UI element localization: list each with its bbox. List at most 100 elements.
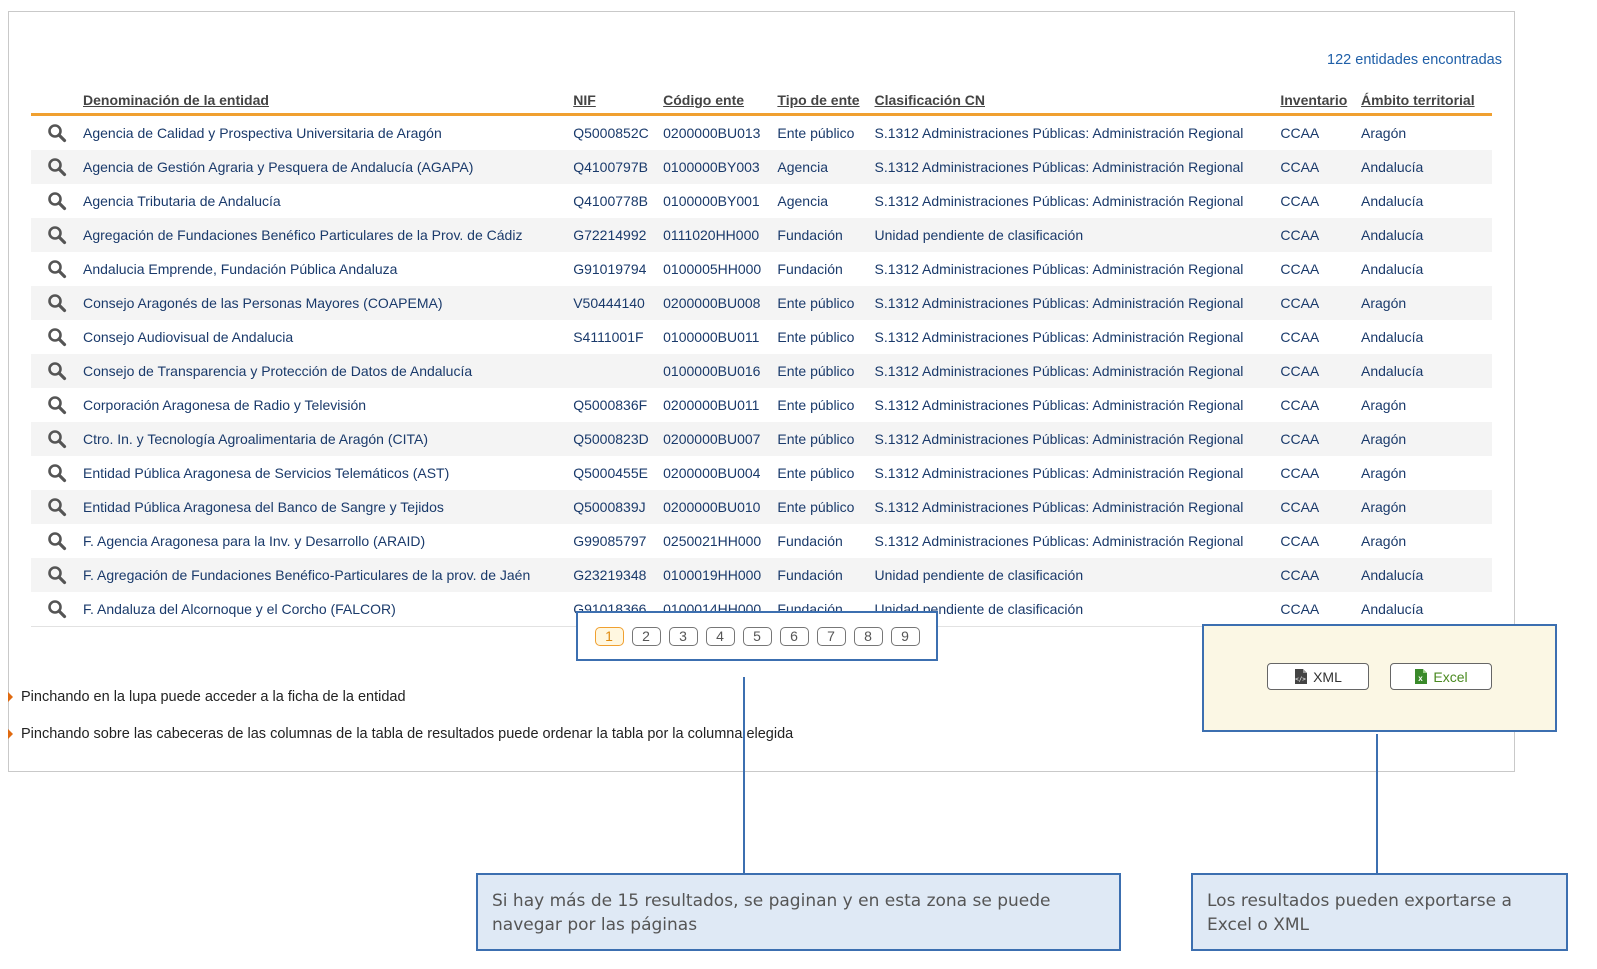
page-button-2[interactable]: 2 — [631, 626, 661, 646]
table-row: Agencia de Calidad y Prospectiva Univers… — [31, 115, 1492, 151]
callout-pagination-text: Si hay más de 15 resultados, se paginan … — [492, 891, 1051, 935]
cell-codigo-ente: 0200000BU007 — [663, 422, 778, 456]
page-button-1[interactable]: 1 — [594, 626, 624, 646]
excel-file-icon: x — [1415, 669, 1428, 684]
magnifier-icon[interactable] — [47, 327, 67, 347]
cell-denominacion[interactable]: Ctro. In. y Tecnología Agroalimentaria d… — [83, 422, 574, 456]
cell-ambito-territorial: Andalucía — [1361, 193, 1424, 209]
lupa-cell — [31, 286, 83, 320]
magnifier-icon[interactable] — [47, 429, 67, 449]
magnifier-icon[interactable] — [47, 361, 67, 381]
cell-denominacion[interactable]: Consejo de Transparencia y Protección de… — [83, 354, 574, 388]
page-button-9[interactable]: 9 — [890, 626, 920, 646]
cell-denominacion[interactable]: Agencia de Gestión Agraria y Pesquera de… — [83, 150, 574, 184]
hint-ordenar: Pinchando sobre las cabeceras de las col… — [8, 726, 793, 742]
lupa-cell — [31, 592, 83, 627]
cell-denominacion[interactable]: Agregación de Fundaciones Benéfico Parti… — [83, 218, 574, 252]
cell-nif: Q5000823D — [573, 422, 664, 456]
cell-tipo-ente: Ente público — [777, 397, 855, 413]
lupa-cell — [31, 524, 83, 558]
header-denominacion[interactable]: Denominación de la entidad — [83, 82, 574, 116]
header-inventario[interactable]: Inventario — [1280, 82, 1362, 116]
magnifier-icon[interactable] — [47, 191, 67, 211]
page-button-3[interactable]: 3 — [668, 626, 698, 646]
magnifier-icon[interactable] — [47, 395, 67, 415]
cell-inventario: CCAA — [1280, 465, 1320, 481]
cell-tipo-ente: Ente público — [777, 329, 855, 345]
lupa-cell — [31, 320, 83, 354]
table-row: Entidad Pública Aragonesa de Servicios T… — [31, 456, 1492, 490]
header-clasificacion-cn[interactable]: Clasificación CN — [874, 82, 1281, 116]
cell-denominacion[interactable]: Entidad Pública Aragonesa de Servicios T… — [83, 456, 573, 490]
magnifier-icon[interactable] — [47, 565, 67, 585]
cell-denominacion[interactable]: F. Agencia Aragonesa para la Inv. y Desa… — [83, 524, 573, 558]
table-row: Ctro. In. y Tecnología Agroalimentaria d… — [31, 422, 1492, 456]
magnifier-icon[interactable] — [47, 157, 67, 177]
cell-nif: Q4100797B — [573, 150, 664, 184]
header-nif[interactable]: NIF — [573, 82, 664, 116]
cell-nif: G99085797 — [573, 533, 647, 549]
magnifier-icon[interactable] — [47, 123, 67, 143]
magnifier-icon[interactable] — [47, 599, 67, 619]
callout-line-export — [1376, 734, 1378, 873]
cell-denominacion[interactable]: Consejo Aragonés de las Personas Mayores… — [83, 286, 574, 320]
header-codigo-ente[interactable]: Código ente — [663, 82, 778, 116]
page-button-8[interactable]: 8 — [853, 626, 883, 646]
cell-clasificacion-cn: S.1312 Administraciones Públicas: Admini… — [874, 354, 1281, 388]
page-button-4[interactable]: 4 — [705, 626, 735, 646]
cell-tipo-ente: Ente público — [777, 286, 875, 320]
cell-denominacion[interactable]: F. Andaluza del Alcornoque y el Corcho (… — [83, 592, 574, 627]
cell-clasificacion-cn: Unidad pendiente de clasificación — [874, 558, 1281, 592]
cell-denominacion[interactable]: Consejo Audiovisual de Andalucia — [83, 320, 573, 354]
magnifier-icon[interactable] — [47, 497, 67, 517]
cell-ambito-territorial: Andalucía — [1361, 558, 1492, 592]
cell-denominacion[interactable]: Agencia de Calidad y Prospectiva Univers… — [83, 115, 573, 151]
page-button-6[interactable]: 6 — [779, 626, 809, 646]
cell-inventario: CCAA — [1280, 354, 1362, 388]
cell-clasificacion-cn: S.1312 Administraciones Públicas: Admini… — [874, 465, 1244, 481]
cell-denominacion[interactable]: Entidad Pública Aragonesa del Banco de S… — [83, 490, 574, 524]
cell-denominacion[interactable]: F. Agregación de Fundaciones Benéfico-Pa… — [83, 558, 574, 592]
hint-lupa: Pinchando en la lupa puede acceder a la … — [8, 689, 406, 705]
cell-inventario: CCAA — [1280, 193, 1320, 209]
cell-nif: G91019794 — [573, 261, 647, 277]
cell-tipo-ente: Ente público — [777, 422, 875, 456]
cell-clasificacion-cn: S.1312 Administraciones Públicas: Admini… — [874, 329, 1244, 345]
callout-pagination: Si hay más de 15 resultados, se paginan … — [476, 873, 1121, 951]
cell-tipo-ente: Agencia — [777, 193, 828, 209]
cell-nif: Q5000455E — [573, 465, 648, 481]
cell-codigo-ente: 0100000BY003 — [663, 150, 778, 184]
magnifier-icon[interactable] — [47, 531, 67, 551]
magnifier-icon[interactable] — [47, 293, 67, 313]
header-ambito-territorial[interactable]: Ámbito territorial — [1361, 82, 1492, 116]
cell-ambito-territorial: Aragón — [1361, 465, 1407, 481]
cell-codigo-ente: 0100019HH000 — [663, 558, 778, 592]
export-excel-button[interactable]: x Excel — [1390, 663, 1492, 690]
results-count: 122 entidades encontradas — [1327, 52, 1502, 68]
page-button-7[interactable]: 7 — [816, 626, 846, 646]
cell-tipo-ente: Ente público — [777, 125, 855, 141]
table-row: Corporación Aragonesa de Radio y Televis… — [31, 388, 1492, 422]
cell-ambito-territorial: Andalucía — [1361, 329, 1424, 345]
cell-inventario: CCAA — [1280, 490, 1362, 524]
cell-codigo-ente: 0100000BU011 — [663, 329, 760, 345]
cell-codigo-ente: 0200000BU004 — [663, 465, 761, 481]
magnifier-icon[interactable] — [47, 463, 67, 483]
cell-inventario: CCAA — [1280, 218, 1362, 252]
cell-denominacion[interactable]: Andalucia Emprende, Fundación Pública An… — [83, 252, 573, 286]
cell-tipo-ente: Fundación — [777, 218, 875, 252]
cell-denominacion[interactable]: Corporación Aragonesa de Radio y Televis… — [83, 388, 573, 422]
cell-clasificacion-cn: Unidad pendiente de clasificación — [874, 218, 1281, 252]
cell-ambito-territorial: Aragón — [1361, 397, 1407, 413]
magnifier-icon[interactable] — [47, 259, 67, 279]
magnifier-icon[interactable] — [47, 225, 67, 245]
header-tipo-ente[interactable]: Tipo de ente — [777, 82, 875, 116]
cell-tipo-ente: Ente público — [777, 465, 855, 481]
lupa-cell — [31, 490, 83, 524]
page-button-5[interactable]: 5 — [742, 626, 772, 646]
cell-codigo-ente: 0250021HH000 — [663, 533, 762, 549]
cell-clasificacion-cn: S.1312 Administraciones Públicas: Admini… — [874, 490, 1281, 524]
cell-nif: Q4100778B — [573, 193, 648, 209]
cell-denominacion[interactable]: Agencia Tributaria de Andalucía — [83, 184, 573, 218]
export-xml-button[interactable]: </> XML — [1267, 663, 1369, 690]
